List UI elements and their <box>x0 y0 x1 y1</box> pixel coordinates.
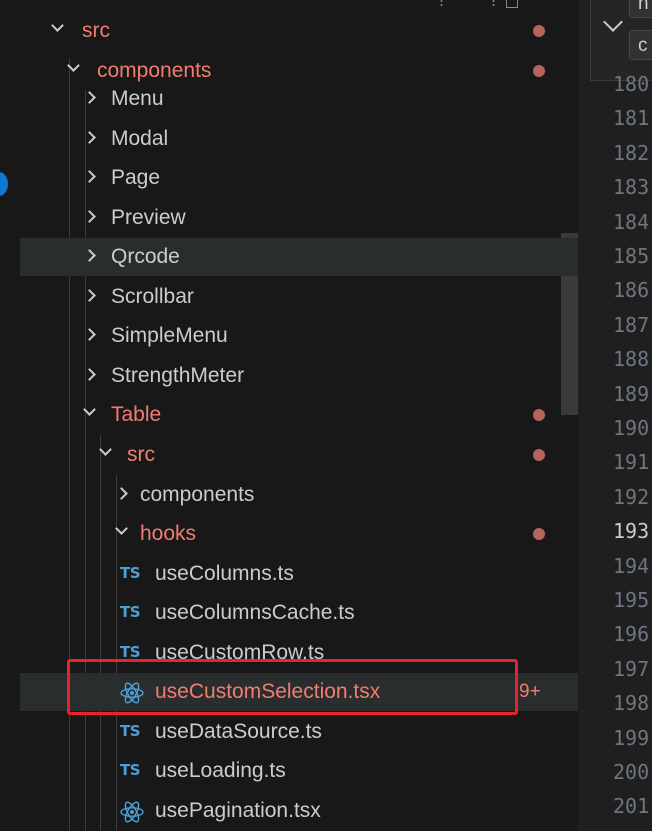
line-number: 193 <box>613 519 650 544</box>
clipped-icon <box>506 0 518 8</box>
typescript-file-icon: TS <box>120 603 141 621</box>
chevron-right-icon[interactable] <box>83 328 96 341</box>
tree-folder-row[interactable]: StrengthMeter <box>20 357 578 395</box>
chevron-right-icon[interactable] <box>83 368 96 381</box>
tree-item-label: src <box>127 443 155 466</box>
find-input[interactable]: n <box>629 0 652 18</box>
line-number: 187 <box>613 312 650 337</box>
vscode-window: _ _ _ _ ! _ _ ! _ src components Menu Modal… <box>0 0 652 831</box>
tree-file-row[interactable]: TS useColumnsCache.ts <box>20 594 578 632</box>
tree-item-label: Preview <box>111 206 186 229</box>
modified-dot-icon <box>533 25 545 37</box>
tree-folder-row[interactable]: src <box>20 12 578 50</box>
explorer-panel: _ _ _ _ ! _ _ ! _ src components Menu Modal… <box>20 0 578 831</box>
line-number: 189 <box>613 381 650 406</box>
tree-item-label: SimpleMenu <box>111 324 228 347</box>
modified-dot-icon <box>533 449 545 461</box>
tree-item-label: Page <box>111 166 161 189</box>
tree-folder-row[interactable]: Modal <box>20 120 578 158</box>
modified-dot-icon <box>533 65 545 77</box>
find-widget: n c <box>590 0 652 81</box>
line-number: 188 <box>613 347 650 372</box>
annotation-highlight-box <box>67 659 518 715</box>
line-number: 197 <box>613 656 650 681</box>
tree-item-label: useLoading.ts <box>155 759 286 782</box>
tree-item-label: useColumnsCache.ts <box>155 601 355 624</box>
line-number: 185 <box>613 244 650 268</box>
line-number: 196 <box>613 622 650 647</box>
tree-item-label: Qrcode <box>111 245 180 268</box>
tree-folder-row[interactable]: hooks <box>20 515 578 553</box>
chevron-down-icon[interactable] <box>83 403 96 416</box>
clipped-text: _ ! _ _ ! _ <box>420 0 517 8</box>
react-file-icon <box>119 800 145 824</box>
tree-item-label: useColumns.ts <box>155 562 294 585</box>
tree-item-label: StrengthMeter <box>111 364 245 387</box>
line-number: 200 <box>613 760 650 784</box>
line-number: 183 <box>613 175 650 200</box>
accounts-badge-icon[interactable] <box>0 172 8 196</box>
tree-folder-row[interactable]: Preview <box>20 199 578 237</box>
tree-item-label: Scrollbar <box>111 285 194 308</box>
activity-bar <box>0 0 20 831</box>
tree-file-row[interactable]: usePagination.tsx <box>20 792 578 830</box>
typescript-file-icon: TS <box>120 722 141 740</box>
chevron-down-icon[interactable] <box>67 59 80 72</box>
tree-item-label: src <box>82 19 110 42</box>
line-number: 199 <box>613 725 650 750</box>
modified-dot-icon <box>533 528 545 540</box>
tree-item-label: components <box>140 483 255 506</box>
tree-file-row[interactable]: TS useLoading.ts <box>20 752 578 790</box>
line-number: 180 <box>613 72 650 96</box>
line-number: 194 <box>613 553 650 578</box>
chevron-right-icon[interactable] <box>83 289 96 302</box>
tree-item-label: useDataSource.ts <box>155 720 322 743</box>
tree-folder-row[interactable]: Page <box>20 159 578 197</box>
line-number: 192 <box>613 484 650 509</box>
line-number: 186 <box>613 278 650 303</box>
typescript-file-icon: TS <box>120 564 141 582</box>
line-number: 190 <box>613 416 650 440</box>
modified-dot-icon <box>533 409 545 421</box>
tree-item-label: usePagination.tsx <box>155 799 321 822</box>
tree-folder-row[interactable]: Table <box>20 396 578 434</box>
line-number: 198 <box>613 691 650 716</box>
tree-file-row[interactable]: TS useDataSource.ts <box>20 713 578 751</box>
tree-file-row[interactable]: TS useColumns.ts <box>20 555 578 593</box>
line-number: 191 <box>613 450 650 475</box>
chevron-right-icon[interactable] <box>83 249 96 262</box>
editor-pane: n c 180 181 182 183 184 185 186 187 188 189 190 191… <box>578 0 652 831</box>
tree-folder-row[interactable]: components <box>20 476 578 514</box>
line-number: 181 <box>613 106 650 131</box>
tree-folder-row[interactable]: SimpleMenu <box>20 317 578 355</box>
tree-item-label: hooks <box>140 522 197 545</box>
line-number: 184 <box>613 209 650 234</box>
line-number: 182 <box>613 140 650 165</box>
chevron-right-icon[interactable] <box>83 170 96 183</box>
tree-item-label: Menu <box>111 87 164 110</box>
chevron-right-icon[interactable] <box>115 487 128 500</box>
tree-item-label: Modal <box>111 127 169 150</box>
line-number: 195 <box>613 588 650 612</box>
chevron-down-icon[interactable] <box>115 522 128 535</box>
chevron-right-icon[interactable] <box>83 91 96 104</box>
tree-folder-row[interactable]: Qrcode <box>20 238 578 276</box>
tree-item-label: Table <box>111 403 162 426</box>
explorer-top-clipped-row: _ _ _ _ ! _ _ ! _ <box>20 0 578 8</box>
chevron-right-icon[interactable] <box>83 210 96 223</box>
replace-input[interactable]: c <box>629 30 652 60</box>
chevron-down-icon[interactable] <box>603 12 623 32</box>
problems-count-badge: 9+ <box>519 681 541 702</box>
tree-folder-row[interactable]: Menu <box>20 80 578 118</box>
clipped-text: _ _ _ <box>60 0 110 8</box>
chevron-down-icon[interactable] <box>51 19 64 32</box>
chevron-right-icon[interactable] <box>83 131 96 144</box>
tree-folder-row[interactable]: Scrollbar <box>20 278 578 316</box>
line-number: 201 <box>613 794 650 819</box>
tree-folder-row[interactable]: src <box>20 436 578 474</box>
typescript-file-icon: TS <box>120 761 141 779</box>
chevron-down-icon[interactable] <box>99 443 112 456</box>
